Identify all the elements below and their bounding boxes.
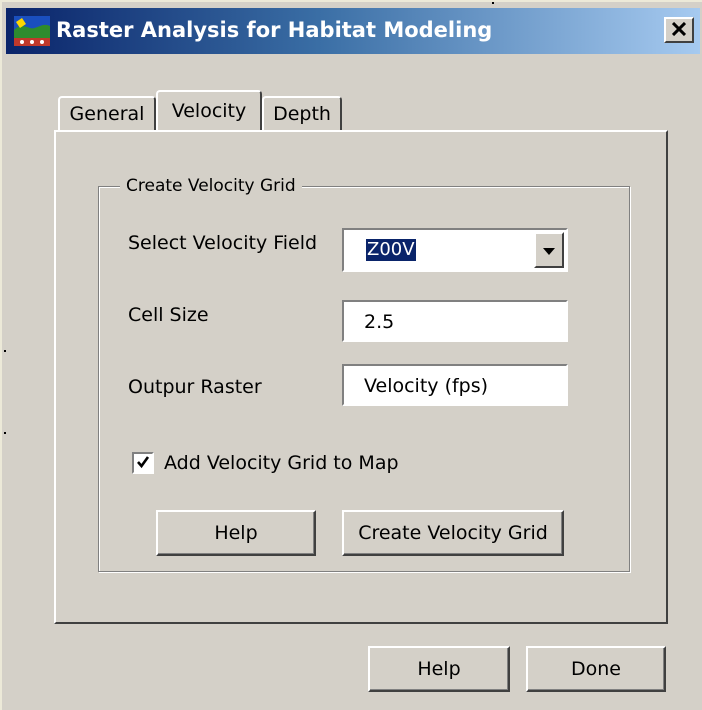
create-velocity-grid-button[interactable]: Create Velocity Grid [342, 510, 564, 556]
group-title: Create Velocity Grid [120, 176, 302, 196]
velocity-field-label: Select Velocity Field [128, 232, 318, 254]
artifact-dot [4, 350, 6, 352]
help-button[interactable]: Help [368, 646, 510, 692]
artifact-dot [492, 2, 494, 4]
add-to-map-checkbox[interactable] [132, 452, 154, 474]
close-button[interactable] [664, 17, 694, 43]
window-title: Raster Analysis for Habitat Modeling [56, 18, 493, 42]
habitat-app-icon [14, 16, 50, 46]
velocity-field-value: Z00V [366, 239, 416, 261]
checkmark-icon [136, 454, 150, 473]
artifact-dot [4, 432, 6, 434]
add-to-map-label[interactable]: Add Velocity Grid to Map [164, 452, 399, 474]
group-help-button[interactable]: Help [156, 510, 316, 556]
close-icon [671, 21, 687, 40]
dialog-window: Raster Analysis for Habitat Modeling Gen… [0, 0, 702, 710]
output-raster-input[interactable]: Velocity (fps) [342, 364, 568, 406]
done-button[interactable]: Done [526, 646, 666, 692]
output-raster-label: Outpur Raster [128, 376, 262, 398]
title-bar[interactable]: Raster Analysis for Habitat Modeling [6, 8, 700, 54]
tab-depth[interactable]: Depth [262, 96, 342, 130]
cell-size-input[interactable]: 2.5 [342, 300, 568, 342]
tab-velocity[interactable]: Velocity [156, 90, 262, 130]
velocity-field-dropdown-button[interactable] [534, 232, 564, 268]
velocity-field-select[interactable]: Z00V [342, 228, 568, 272]
cell-size-label: Cell Size [128, 304, 209, 326]
tab-general[interactable]: General [58, 96, 156, 130]
chevron-down-icon [543, 241, 555, 260]
